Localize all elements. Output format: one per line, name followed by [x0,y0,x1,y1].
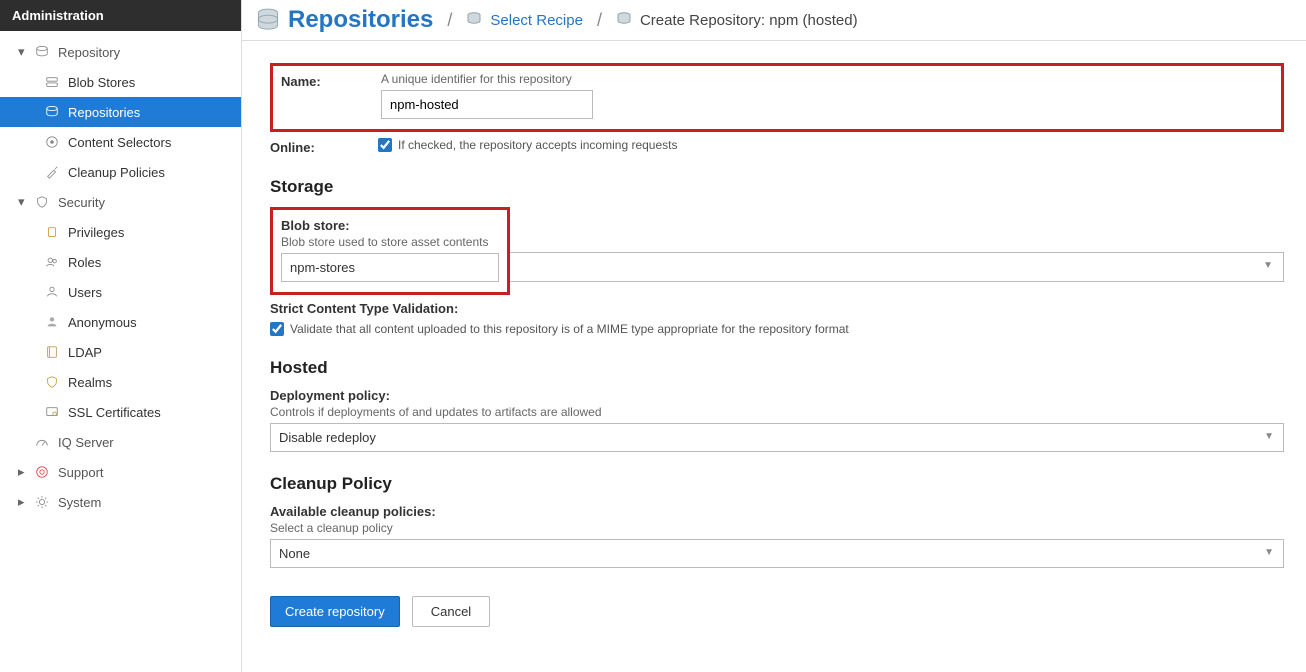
online-checkbox[interactable] [378,138,392,152]
database-large-icon [254,6,282,34]
badge-icon [44,224,60,240]
cleanup-section-title: Cleanup Policy [270,474,1284,494]
sidebar-item-cleanup-policies[interactable]: Cleanup Policies [0,157,241,187]
strict-label: Strict Content Type Validation: [270,301,1284,316]
sidebar-item-roles[interactable]: Roles [0,247,241,277]
breadcrumb-root[interactable]: Repositories [288,6,433,34]
name-help: A unique identifier for this repository [381,72,1273,86]
sidebar-item-label: System [58,495,101,510]
sidebar-group-support[interactable]: ▸ Support [0,457,241,487]
sidebar-item-label: Users [68,285,102,300]
sidebar-item-anonymous[interactable]: Anonymous [0,307,241,337]
storage-section-title: Storage [270,177,1284,197]
broom-icon [44,164,60,180]
online-help: If checked, the repository accepts incom… [398,138,677,152]
sidebar-item-label: Repositories [68,105,140,120]
caret-down-icon: ▾ [18,44,30,60]
server-icon [44,74,60,90]
sidebar-item-blob-stores[interactable]: Blob Stores [0,67,241,97]
sidebar-group-security[interactable]: ▾ Security [0,187,241,217]
caret-right-icon: ▸ [18,494,30,510]
sidebar-label: Security [58,195,105,210]
gear-icon [34,494,50,510]
sidebar-item-label: Roles [68,255,101,270]
user-icon [44,284,60,300]
blobstore-label: Blob store: [281,218,499,233]
breadcrumb-separator: / [447,10,452,31]
sidebar-item-label: Blob Stores [68,75,135,90]
sidebar-item-label: Support [58,465,104,480]
strict-help: Validate that all content uploaded to th… [290,322,849,336]
database-icon [34,44,50,60]
database-small-icon [466,11,484,30]
sidebar-item-ldap[interactable]: LDAP [0,337,241,367]
blobstore-help: Blob store used to store asset contents [281,235,499,249]
caret-right-icon: ▸ [18,464,30,480]
lifebuoy-icon [34,464,50,480]
main-content: Repositories / Select Recipe / Create Re… [242,0,1306,672]
sidebar-item-repositories[interactable]: Repositories [0,97,241,127]
name-input[interactable] [381,90,593,119]
sidebar-title: Administration [0,0,241,31]
online-label: Online: [270,138,378,155]
certificate-icon [44,404,60,420]
deployment-help: Controls if deployments of and updates t… [270,405,1284,419]
cleanup-available-help: Select a cleanup policy [270,521,1284,535]
sidebar-item-label: Cleanup Policies [68,165,165,180]
sidebar-item-realms[interactable]: Realms [0,367,241,397]
database-small-icon [616,11,634,30]
sidebar-item-label: Anonymous [68,315,137,330]
create-repository-button[interactable]: Create repository [270,596,400,627]
sidebar-item-privileges[interactable]: Privileges [0,217,241,247]
shield-icon [34,194,50,210]
breadcrumb: Repositories / Select Recipe / Create Re… [242,0,1306,41]
sidebar-label: Repository [58,45,120,60]
sidebar-item-label: IQ Server [58,435,114,450]
sidebar-item-label: SSL Certificates [68,405,161,420]
name-highlight-box: Name: A unique identifier for this repos… [270,63,1284,132]
sidebar-item-label: Privileges [68,225,124,240]
breadcrumb-separator: / [597,10,602,31]
hosted-section-title: Hosted [270,358,1284,378]
anonymous-icon [44,314,60,330]
sidebar-item-label: Content Selectors [68,135,171,150]
deployment-label: Deployment policy: [270,388,1284,403]
sidebar: Administration ▾ Repository Blob Stores [0,0,242,672]
sidebar-item-label: Realms [68,375,112,390]
deployment-select[interactable]: Disable redeploy [270,423,1284,452]
cleanup-select[interactable]: None [270,539,1284,568]
blobstore-select-extension: ▼ [510,265,1284,295]
sidebar-item-iq-server[interactable]: IQ Server [0,427,241,457]
sidebar-group-system[interactable]: ▸ System [0,487,241,517]
name-label: Name: [281,72,381,89]
breadcrumb-current: Create Repository: npm (hosted) [640,12,858,29]
chevron-down-icon: ▼ [1263,260,1273,271]
blobstore-select[interactable]: npm-stores [281,253,499,282]
database-icon [44,104,60,120]
tag-icon [44,134,60,150]
cleanup-available-label: Available cleanup policies: [270,504,1284,519]
blobstore-highlight-box: Blob store: Blob store used to store ass… [270,207,510,295]
sidebar-item-content-selectors[interactable]: Content Selectors [0,127,241,157]
caret-down-icon: ▾ [18,194,30,210]
sidebar-item-ssl-certificates[interactable]: SSL Certificates [0,397,241,427]
sidebar-group-repository[interactable]: ▾ Repository [0,37,241,67]
strict-checkbox[interactable] [270,322,284,336]
cancel-button[interactable]: Cancel [412,596,490,627]
gauge-icon [34,434,50,450]
book-icon [44,344,60,360]
sidebar-item-users[interactable]: Users [0,277,241,307]
shield-small-icon [44,374,60,390]
sidebar-item-label: LDAP [68,345,102,360]
users-icon [44,254,60,270]
breadcrumb-select-recipe[interactable]: Select Recipe [490,12,583,29]
